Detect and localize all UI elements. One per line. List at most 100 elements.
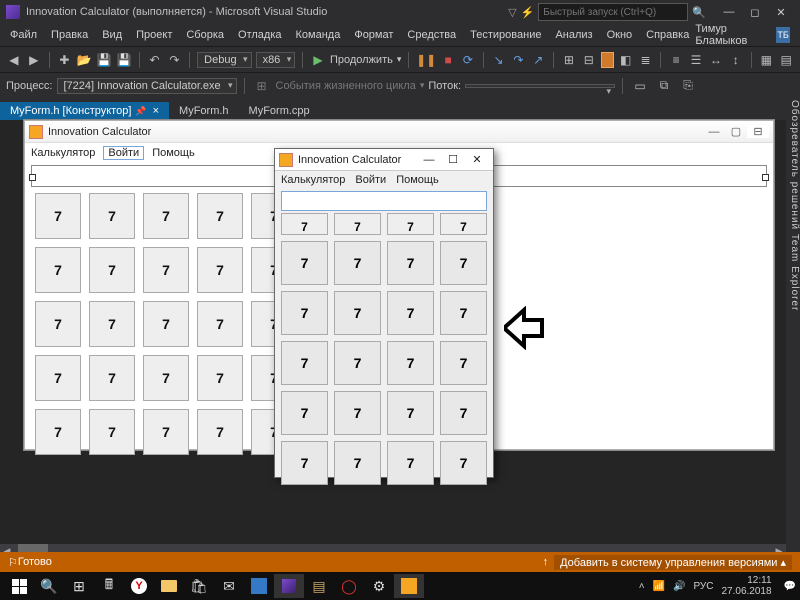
designer-calc-button[interactable]: 7 xyxy=(197,409,243,455)
designer-menu-Войти[interactable]: Войти xyxy=(103,146,144,160)
menu-Средства[interactable]: Средства xyxy=(401,27,462,43)
dbg-b-icon[interactable]: ⎘ xyxy=(678,76,698,96)
nav-fwd-icon[interactable]: ▶ xyxy=(26,50,42,70)
search-button[interactable]: 🔍 xyxy=(34,574,64,598)
running-calc-button[interactable]: 7 xyxy=(440,213,487,235)
running-calc-button[interactable]: 7 xyxy=(440,341,487,385)
tray-clock[interactable]: 12:1127.06.2018 xyxy=(721,575,775,597)
taskbar-calculator-icon[interactable]: 🖩 xyxy=(94,574,124,598)
running-calc-button[interactable]: 7 xyxy=(440,291,487,335)
tool-orange-icon[interactable] xyxy=(601,52,614,68)
side-tab-solution-explorer[interactable]: Обозреватель решений Team Explorer xyxy=(786,94,800,558)
designer-calc-button[interactable]: 7 xyxy=(197,301,243,347)
running-menu-Калькулятор[interactable]: Калькулятор xyxy=(281,174,345,186)
redo-icon[interactable]: ↷ xyxy=(167,50,183,70)
designer-calc-button[interactable]: 7 xyxy=(35,355,81,401)
running-calc-button[interactable]: 7 xyxy=(281,291,328,335)
menu-Сборка[interactable]: Сборка xyxy=(180,27,230,43)
save-all-icon[interactable]: 💾 xyxy=(116,50,132,70)
menu-Команда[interactable]: Команда xyxy=(290,27,347,43)
taskbar-innovation-calc-icon[interactable] xyxy=(394,574,424,598)
running-maximize-button[interactable]: ☐ xyxy=(441,153,465,166)
step-into-icon[interactable]: ↘ xyxy=(491,50,507,70)
nav-back-icon[interactable]: ◀ xyxy=(6,50,22,70)
designer-calc-button[interactable]: 7 xyxy=(35,193,81,239)
search-icon[interactable]: 🔍 xyxy=(692,6,706,19)
grid2-icon[interactable]: ▤ xyxy=(778,50,794,70)
running-calc-button[interactable]: 7 xyxy=(387,241,434,285)
running-calc-button[interactable]: 7 xyxy=(334,441,381,485)
align-left-icon[interactable]: ≡ xyxy=(668,50,684,70)
designer-calc-button[interactable]: 7 xyxy=(143,409,189,455)
taskbar-explorer-icon[interactable] xyxy=(154,574,184,598)
designer-calc-button[interactable]: 7 xyxy=(89,193,135,239)
designer-menu-Помощь[interactable]: Помощь xyxy=(152,147,195,159)
running-calc-button[interactable]: 7 xyxy=(281,241,328,285)
running-calc-button[interactable]: 7 xyxy=(281,391,328,435)
save-icon[interactable]: 💾 xyxy=(96,50,112,70)
task-view-button[interactable]: ⊞ xyxy=(64,574,94,598)
designer-calc-button[interactable]: 7 xyxy=(143,193,189,239)
designer-calc-button[interactable]: 7 xyxy=(143,301,189,347)
running-calc-button[interactable]: 7 xyxy=(334,213,381,235)
running-calc-button[interactable]: 7 xyxy=(440,441,487,485)
tool-b-icon[interactable]: ⊟ xyxy=(581,50,597,70)
maximize-button[interactable]: ◻ xyxy=(742,6,768,19)
tray-network-icon[interactable]: 📶 xyxy=(653,581,665,592)
tool-a-icon[interactable]: ⊞ xyxy=(561,50,577,70)
source-control-button[interactable]: Добавить в систему управления версиями ▴ xyxy=(554,555,792,570)
running-calc-button[interactable]: 7 xyxy=(334,241,381,285)
tab-MyForm.h[interactable]: MyForm.h xyxy=(169,102,239,120)
designer-calc-button[interactable]: 7 xyxy=(89,247,135,293)
menu-Вид[interactable]: Вид xyxy=(96,27,128,43)
pause-icon[interactable]: ❚❚ xyxy=(416,50,436,70)
running-calc-button[interactable]: 7 xyxy=(281,441,328,485)
grid-icon[interactable]: ▦ xyxy=(758,50,774,70)
continue-button[interactable]: Продолжить xyxy=(330,54,393,66)
taskbar-store-icon[interactable]: 🛍 xyxy=(184,574,214,598)
taskbar-vs-icon[interactable] xyxy=(274,574,304,598)
running-calc-button[interactable]: 7 xyxy=(387,291,434,335)
tray-chevron-icon[interactable]: ˄ xyxy=(639,581,645,592)
user-area[interactable]: Тимур Бламыков ТБ xyxy=(695,23,796,47)
minimize-button[interactable]: — xyxy=(716,6,742,18)
running-calc-button[interactable]: 7 xyxy=(281,213,328,235)
designer-calc-button[interactable]: 7 xyxy=(35,409,81,455)
menu-Файл[interactable]: Файл xyxy=(4,27,43,43)
running-form-menu[interactable]: Калькулятор Войти Помощь xyxy=(275,171,493,189)
taskbar-opera-icon[interactable]: ◯ xyxy=(334,574,364,598)
running-menu-Помощь[interactable]: Помощь xyxy=(396,174,439,186)
align-b-icon[interactable]: ↕ xyxy=(728,50,744,70)
designer-calc-button[interactable]: 7 xyxy=(143,247,189,293)
running-display-textbox[interactable] xyxy=(281,191,487,211)
running-calc-button[interactable]: 7 xyxy=(387,441,434,485)
stop-icon[interactable]: ■ xyxy=(440,50,456,70)
tray-lang[interactable]: РУС xyxy=(693,581,713,592)
tab-MyForm.h [Конструктор][interactable]: MyForm.h [Конструктор]📌× xyxy=(0,102,169,120)
menu-Отладка[interactable]: Отладка xyxy=(232,27,287,43)
menu-Анализ[interactable]: Анализ xyxy=(549,27,598,43)
system-tray[interactable]: ˄ 📶 🔊 РУС 12:1127.06.2018 💬 xyxy=(639,575,796,597)
step-over-icon[interactable]: ↷ xyxy=(511,50,527,70)
designer-calc-button[interactable]: 7 xyxy=(89,409,135,455)
tool-c-icon[interactable]: ◧ xyxy=(618,50,634,70)
running-menu-Войти[interactable]: Войти xyxy=(355,174,386,186)
process-dropdown[interactable]: [7224] Innovation Calculator.exe xyxy=(57,78,237,94)
thread-dropdown[interactable] xyxy=(465,84,615,88)
taskbar-mail-icon[interactable]: ✉ xyxy=(214,574,244,598)
tray-volume-icon[interactable]: 🔊 xyxy=(673,581,685,592)
align-top-icon[interactable]: ☰ xyxy=(688,50,704,70)
running-calc-button[interactable]: 7 xyxy=(387,391,434,435)
quick-launch-input[interactable] xyxy=(538,3,688,21)
running-calc-button[interactable]: 7 xyxy=(387,341,434,385)
designer-calc-button[interactable]: 7 xyxy=(89,301,135,347)
running-calc-button[interactable]: 7 xyxy=(281,341,328,385)
taskbar-settings-icon[interactable]: ⚙ xyxy=(364,574,394,598)
menu-Тестирование[interactable]: Тестирование xyxy=(464,27,547,43)
designer-menu-Калькулятор[interactable]: Калькулятор xyxy=(31,147,95,159)
designer-calc-button[interactable]: 7 xyxy=(35,301,81,347)
running-form-titlebar[interactable]: Innovation Calculator — ☐ ✕ xyxy=(275,149,493,171)
running-calc-button[interactable]: 7 xyxy=(440,241,487,285)
running-calc-button[interactable]: 7 xyxy=(334,341,381,385)
running-calc-button[interactable]: 7 xyxy=(334,391,381,435)
